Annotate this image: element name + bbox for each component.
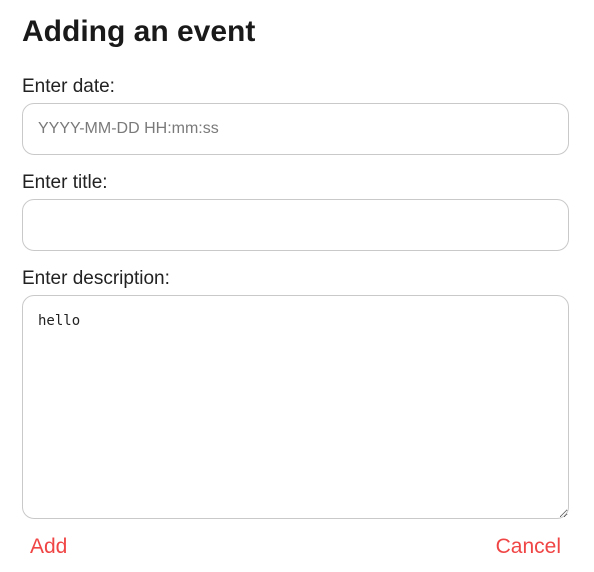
cancel-button[interactable]: Cancel <box>496 534 561 560</box>
title-label: Enter title: <box>22 172 108 193</box>
description-label: Enter description: <box>22 268 170 289</box>
date-label: Enter date: <box>22 76 115 97</box>
add-button[interactable]: Add <box>30 534 67 560</box>
date-input[interactable] <box>22 103 569 155</box>
add-event-dialog: Adding an event Enter date: Enter title:… <box>22 0 569 572</box>
description-textarea[interactable]: hello <box>22 295 569 519</box>
title-input[interactable] <box>22 199 569 251</box>
dialog-title: Adding an event <box>22 15 256 48</box>
